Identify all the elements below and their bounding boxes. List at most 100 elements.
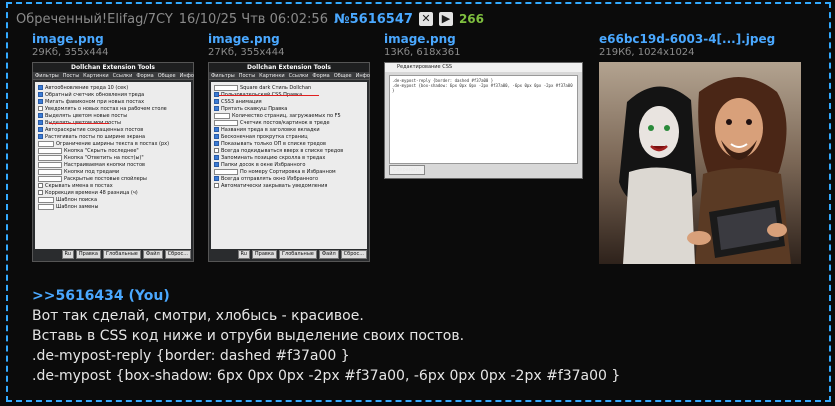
setting-label: Бесконечная прокрутка страниц <box>221 133 308 140</box>
panel-setting-row: Обратный счетчик обновления треда <box>38 91 188 98</box>
dollchan-settings-panel: Dollchan Extension Tools Фильтры Посты Кар… <box>208 62 370 262</box>
thumbnail-image[interactable]: Dollchan Extension Tools Фильтры Посты Кар… <box>32 62 194 262</box>
setting-label: CSS3 анимация <box>221 98 262 105</box>
panel-button: Файл <box>318 250 339 259</box>
illustration-image <box>599 62 801 264</box>
setting-label: Шаблон замены <box>56 203 99 210</box>
highlight-underline <box>219 95 319 96</box>
panel-setting-row: Бесконечная прокрутка страниц <box>214 133 364 140</box>
setting-control <box>214 134 219 139</box>
setting-label: Папки досок в окне Избранного <box>221 161 306 168</box>
panel-tab: Общее <box>157 73 176 79</box>
panel-button: Ru <box>61 250 74 259</box>
panel-tab: Посты <box>62 73 80 79</box>
poster-name: Обреченный!Elifag/7CY <box>16 11 173 27</box>
message-line: Вставь в CSS код ниже и отруби выделение… <box>32 328 465 344</box>
setting-label: Шаблон поиска <box>56 196 98 203</box>
setting-control <box>214 106 219 111</box>
panel-setting-row: По номеру Сортировка в Избранном <box>214 168 364 175</box>
thumbnail-image[interactable]: Dollchan Extension Tools Фильтры Посты Кар… <box>208 62 370 262</box>
setting-label: Обратный счетчик обновления треда <box>45 91 145 98</box>
setting-control <box>214 168 238 175</box>
file-name-link[interactable]: image.png <box>32 32 194 46</box>
panel-tab: Фильтры <box>35 73 59 79</box>
panel-setting-row: Автораскрытие сокращенных постов <box>38 126 188 133</box>
panel-tab: Форма <box>312 73 330 79</box>
panel-button: Файл <box>142 250 163 259</box>
panel-tab: Ссылки <box>112 73 133 79</box>
panel-setting-row: Кнопка "Ответить на пост(ы)" <box>38 154 188 161</box>
setting-label: Названия треда в заголовке вкладки <box>221 126 320 133</box>
panel-setting-row: Всегда подкидываться вверх в списке тред… <box>214 147 364 154</box>
panel-setting-row: Мигать фавиконом при новых постах <box>38 98 188 105</box>
setting-control <box>38 175 62 182</box>
setting-label: Запоминать позицию скролла в тредах <box>221 154 326 161</box>
panel-footer: Ru Правка Глобальные Файл Сброс... <box>211 250 367 259</box>
post-number-link[interactable]: №5616547 <box>334 12 413 27</box>
panel-tab: Картинки <box>259 73 285 79</box>
setting-label: Всегда подкидываться вверх в списке тред… <box>221 147 344 154</box>
panel-setting-row: Square dark Стиль Dollchan <box>214 84 364 91</box>
setting-control <box>38 140 54 147</box>
file-name-link[interactable]: image.png <box>384 32 583 46</box>
setting-label: Кнопки под тредами <box>64 168 120 175</box>
panel-button: Сброс... <box>164 250 191 259</box>
panel-setting-row: Прятать скавкуш Правка <box>214 105 364 112</box>
file-name-link[interactable]: image.png <box>208 32 370 46</box>
setting-control <box>38 120 43 125</box>
panel-title: Dollchan Extension Tools <box>33 63 193 72</box>
panel-body: Автообновление треда 10 (сек) Обратный сч… <box>35 82 191 249</box>
thumbnail-image[interactable]: Редактирование CSS .de-mypost-reply {bor… <box>384 62 583 179</box>
setting-control <box>38 99 43 104</box>
panel-setting-row: Коррекция времени 48 разница (ч) <box>38 189 188 196</box>
setting-label: Square dark Стиль Dollchan <box>240 84 312 91</box>
attachment-3: image.png 13Кб, 618x361 Редактирование C… <box>384 32 583 179</box>
setting-control <box>38 85 43 90</box>
play-icon[interactable]: ▶ <box>438 12 453 26</box>
setting-label: Автообновление треда 10 (сек) <box>45 84 129 91</box>
setting-label: Уведомлять о новых постах на рабочем сто… <box>45 105 167 112</box>
file-name-link[interactable]: e66bc19d-6003-4[...].jpeg <box>599 32 801 46</box>
panel-tab: Инфо <box>355 73 370 79</box>
setting-control <box>38 113 43 118</box>
panel-button: Правка <box>75 250 101 259</box>
setting-label: Количество страниц, загружаемых по F5 <box>232 112 341 119</box>
reply-quote-link[interactable]: >>5616434 (You) <box>32 286 620 306</box>
panel-button: Глобальные <box>102 250 141 259</box>
panel-setting-row: CSS3 анимация <box>214 98 364 105</box>
setting-control <box>38 161 62 168</box>
panel-tab: Форма <box>136 73 154 79</box>
panel-setting-row: Выделять цветом новые посты <box>38 112 188 119</box>
panel-tab: Инфо <box>179 73 194 79</box>
panel-tab: Общее <box>333 73 352 79</box>
panel-tabs: Фильтры Посты Картинки Ссылки Форма Общее Инфо <box>33 72 194 80</box>
css-textarea: .de-mypost-reply {border: dashed #f37a00… <box>389 75 578 164</box>
setting-control <box>38 203 54 210</box>
panel-tabs: Фильтры Посты Картинки Ссылки Форма Общее Инфо <box>209 72 370 80</box>
setting-label: Автораскрытие сокращенных постов <box>45 126 144 133</box>
file-info: 219Кб, 1024x1024 <box>599 47 695 58</box>
setting-control <box>38 127 43 132</box>
setting-label: Автоматически закрывать уведомления <box>221 182 328 189</box>
panel-tab: Посты <box>238 73 256 79</box>
setting-control <box>214 155 219 160</box>
panel-title: Dollchan Extension Tools <box>209 63 369 72</box>
setting-label: Настраиваемая кнопки постов <box>64 161 145 168</box>
setting-control <box>38 168 62 175</box>
close-icon[interactable]: ✕ <box>418 12 433 26</box>
setting-control <box>38 92 43 97</box>
setting-label: Скрывать имена в постах <box>45 182 113 189</box>
panel-setting-row: Раскрытые постовые спойлеры <box>38 175 188 182</box>
setting-control <box>38 134 43 139</box>
setting-control <box>214 148 219 153</box>
thumbnail-image[interactable] <box>599 62 801 268</box>
highlight-underline <box>49 123 109 124</box>
attachment-4: e66bc19d-6003-4[...].jpeg 219Кб, 1024x10… <box>599 32 801 268</box>
post-header: Обреченный!Elifag/7CY 16/10/25 Чтв 06:02… <box>16 10 484 28</box>
save-button: Сохранить <box>389 165 426 175</box>
panel-button: Правка <box>251 250 277 259</box>
panel-setting-row: Количество страниц, загружаемых по F5 <box>214 112 364 119</box>
file-info: 13Кб, 618x361 <box>384 47 461 58</box>
setting-label: Прятать скавкуш Правка <box>221 105 288 112</box>
reply-count: 266 <box>458 12 484 26</box>
